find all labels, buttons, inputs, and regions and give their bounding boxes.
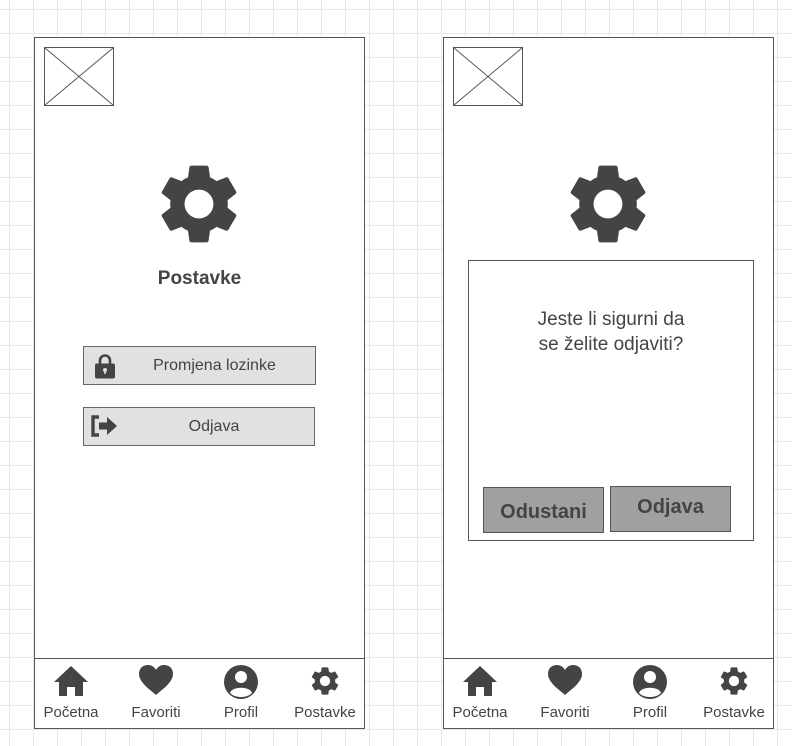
nav-label-profile: Profil bbox=[223, 704, 259, 721]
nav-item-settings[interactable]: Postavke bbox=[696, 659, 772, 728]
gear-icon bbox=[570, 165, 646, 243]
nav-label-home: Početna bbox=[43, 704, 99, 721]
change-password-button[interactable]: Promjena lozinke bbox=[83, 346, 316, 385]
gear-icon bbox=[720, 667, 748, 695]
heart-icon bbox=[139, 665, 173, 695]
user-icon bbox=[224, 665, 258, 699]
nav-item-profile[interactable]: Profil bbox=[622, 659, 678, 728]
image-placeholder bbox=[453, 47, 523, 106]
nav-item-home[interactable]: Početna bbox=[444, 659, 516, 728]
nav-label-settings: Postavke bbox=[294, 704, 356, 721]
nav-label-settings: Postavke bbox=[703, 704, 765, 721]
dialog-message-line-1: Jeste li sigurni da bbox=[537, 309, 685, 330]
logout-confirm-screen: Jeste li sigurni da se želite odjaviti? … bbox=[443, 37, 774, 729]
nav-label-profile: Profil bbox=[632, 704, 668, 721]
sign-out-icon bbox=[91, 415, 117, 437]
nav-label-favorites: Favoriti bbox=[540, 704, 590, 721]
page-title: Postavke bbox=[157, 268, 242, 289]
confirm-logout-button[interactable]: Odjava bbox=[610, 486, 731, 532]
change-password-label: Promjena lozinke bbox=[153, 356, 276, 374]
dialog-message: Jeste li sigurni da se želite odjaviti? bbox=[469, 307, 753, 357]
nav-item-profile[interactable]: Profil bbox=[213, 659, 269, 728]
lock-icon bbox=[95, 354, 115, 379]
home-icon bbox=[463, 666, 497, 696]
nav-label-favorites: Favoriti bbox=[131, 704, 181, 721]
gear-icon bbox=[311, 667, 339, 695]
logout-label: Odjava bbox=[188, 417, 240, 435]
gear-icon bbox=[161, 165, 237, 243]
home-icon bbox=[54, 666, 88, 696]
nav-item-home[interactable]: Početna bbox=[35, 659, 107, 728]
logout-button[interactable]: Odjava bbox=[83, 407, 315, 446]
user-icon bbox=[633, 665, 667, 699]
nav-item-settings[interactable]: Postavke bbox=[287, 659, 363, 728]
cancel-button[interactable]: Odustani bbox=[483, 487, 604, 533]
bottom-nav: Početna Favoriti Profil Postavke bbox=[35, 658, 364, 728]
nav-item-favorites[interactable]: Favoriti bbox=[532, 659, 598, 728]
settings-screen: Postavke Promjena lozinke Odjava Početna bbox=[34, 37, 365, 729]
dialog-message-line-2: se želite odjaviti? bbox=[538, 334, 684, 355]
nav-item-favorites[interactable]: Favoriti bbox=[123, 659, 189, 728]
image-placeholder bbox=[44, 47, 114, 106]
heart-icon bbox=[548, 665, 582, 695]
nav-label-home: Početna bbox=[452, 704, 508, 721]
bottom-nav: Početna Favoriti Profil Postavke bbox=[444, 658, 773, 728]
logout-confirm-dialog: Jeste li sigurni da se želite odjaviti? … bbox=[468, 260, 754, 541]
